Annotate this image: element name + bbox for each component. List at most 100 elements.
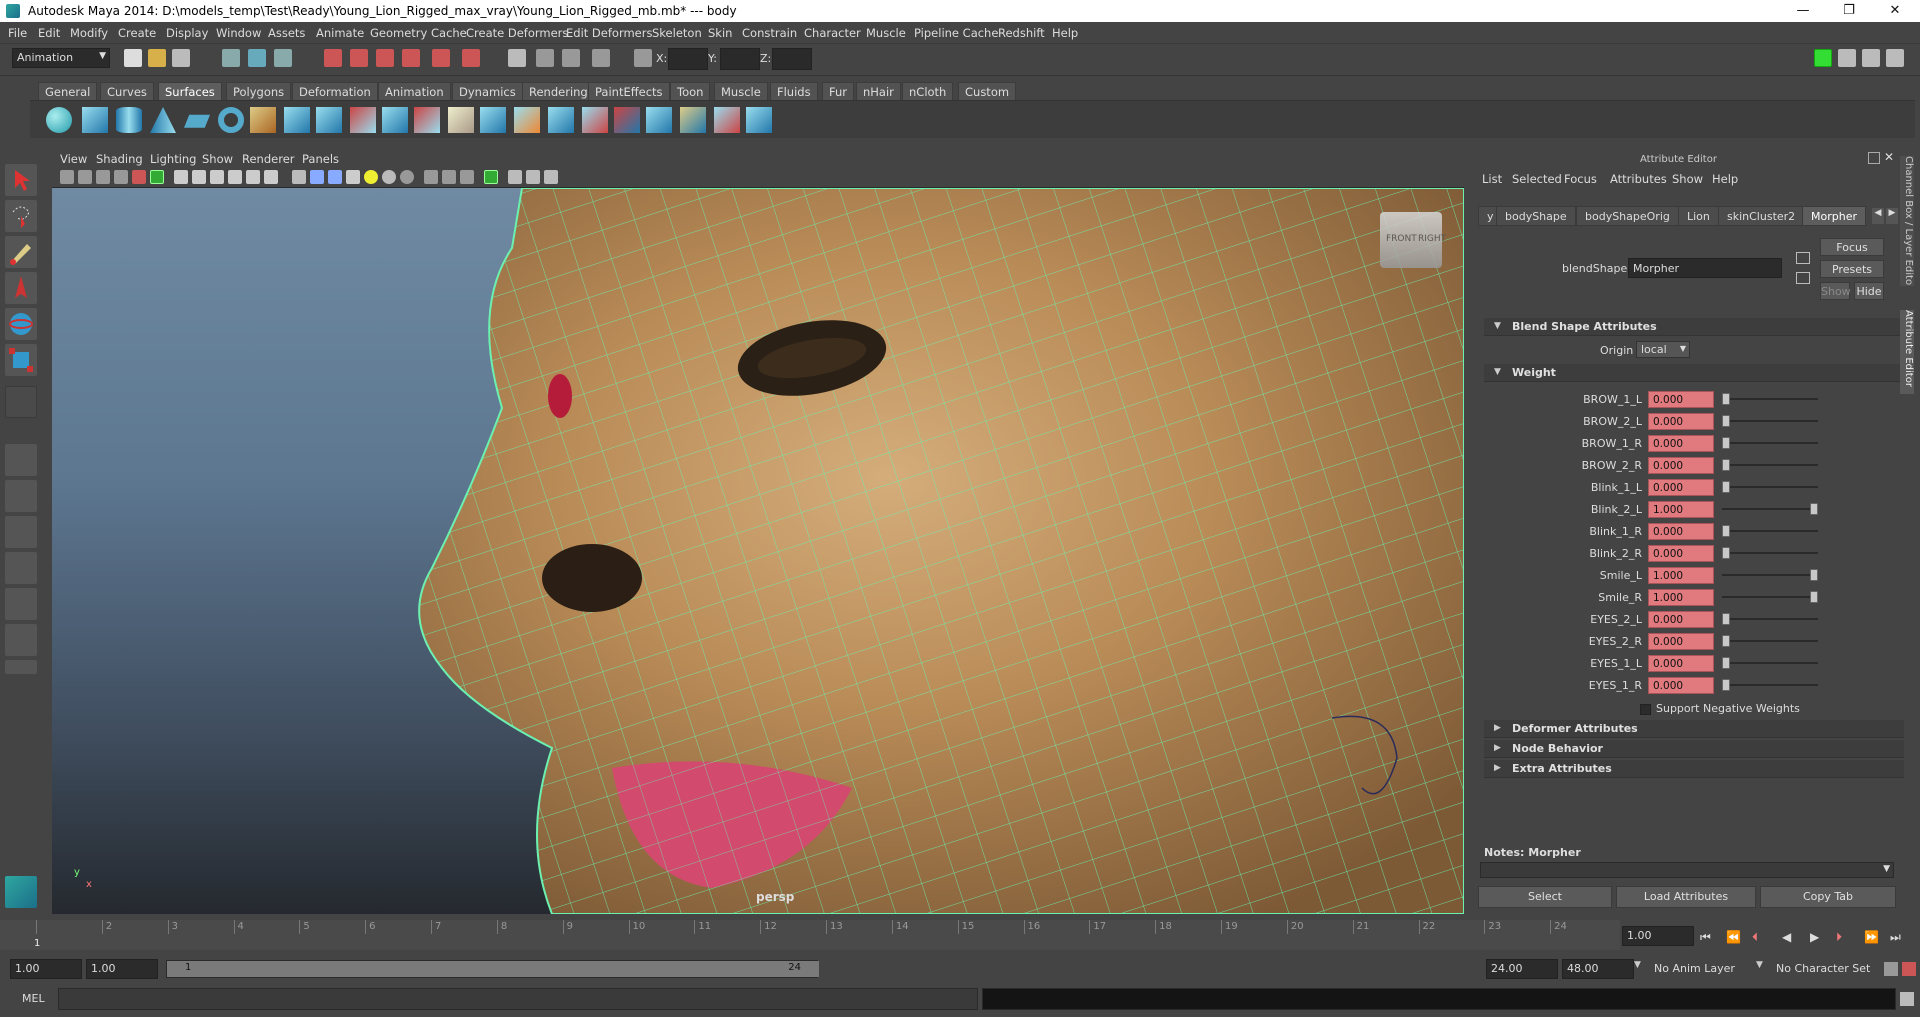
render-current-icon[interactable] bbox=[508, 49, 526, 67]
shadows-icon[interactable] bbox=[382, 170, 396, 184]
wireframe-on-shaded-icon[interactable] bbox=[328, 170, 342, 184]
camera-attr-icon[interactable] bbox=[78, 170, 92, 184]
screen-space-ao-icon[interactable] bbox=[400, 170, 414, 184]
preferences-icon[interactable] bbox=[1902, 962, 1916, 976]
section-extra-attributes[interactable]: ▶ Extra Attributes bbox=[1484, 760, 1904, 778]
detach-surfaces-icon[interactable] bbox=[680, 107, 706, 133]
menu-create[interactable]: Create bbox=[118, 26, 156, 40]
paint-select-tool-icon[interactable] bbox=[5, 236, 37, 268]
shelf-tab-painteffects[interactable]: PaintEffects bbox=[588, 82, 670, 100]
shelf-tab-dynamics[interactable]: Dynamics bbox=[452, 82, 523, 100]
ae-menu-help[interactable]: Help bbox=[1712, 172, 1738, 186]
range-slider-handle[interactable] bbox=[167, 961, 819, 977]
menu-skeleton[interactable]: Skeleton bbox=[652, 26, 702, 40]
chevron-down-icon[interactable]: ▼ bbox=[1756, 960, 1763, 970]
ae-tab-morpher[interactable]: Morpher bbox=[1802, 206, 1866, 226]
grid-toggle-icon[interactable] bbox=[174, 170, 188, 184]
bevel-icon[interactable] bbox=[480, 107, 506, 133]
grease-pencil-icon[interactable] bbox=[150, 170, 164, 184]
section-node-behavior[interactable]: ▶ Node Behavior bbox=[1484, 740, 1904, 758]
close-panel-icon[interactable]: ✕ bbox=[1884, 150, 1894, 164]
select-tool-icon[interactable] bbox=[5, 164, 37, 196]
command-language-label[interactable]: MEL bbox=[22, 992, 45, 1005]
wireframe-icon[interactable] bbox=[292, 170, 306, 184]
weight-value-field[interactable]: 0.000 bbox=[1648, 413, 1714, 430]
persp-hypershade-layout-icon[interactable] bbox=[5, 588, 37, 620]
section-blend-shape-attributes[interactable]: ▼ Blend Shape Attributes bbox=[1484, 318, 1904, 336]
shelf-tab-fur[interactable]: Fur bbox=[822, 82, 855, 100]
menu-assets[interactable]: Assets bbox=[268, 26, 305, 40]
trim-tool-icon[interactable] bbox=[582, 107, 608, 133]
weight-value-field[interactable]: 1.000 bbox=[1648, 589, 1714, 606]
select-button[interactable]: Select bbox=[1478, 886, 1612, 908]
range-slider[interactable]: 1 24 bbox=[166, 960, 819, 978]
insert-isoparm-icon[interactable] bbox=[714, 107, 740, 133]
square-surface-icon[interactable] bbox=[448, 107, 474, 133]
y-input[interactable] bbox=[720, 48, 760, 70]
smooth-shade-icon[interactable] bbox=[310, 170, 324, 184]
menu-animate[interactable]: Animate bbox=[316, 26, 364, 40]
weight-slider-track[interactable] bbox=[1722, 530, 1818, 532]
copy-tab-button[interactable]: Copy Tab bbox=[1760, 886, 1896, 908]
weight-slider-handle[interactable] bbox=[1722, 613, 1730, 625]
resolution-gate-icon[interactable] bbox=[210, 170, 224, 184]
persp-outliner-layout-icon[interactable] bbox=[5, 516, 37, 548]
z-input[interactable] bbox=[772, 48, 812, 70]
ipr-render-icon[interactable] bbox=[536, 49, 554, 67]
rotate-tool-icon[interactable] bbox=[5, 308, 37, 340]
weight-slider-handle[interactable] bbox=[1722, 437, 1730, 449]
menu-redshift[interactable]: Redshift bbox=[998, 26, 1045, 40]
weight-slider-track[interactable] bbox=[1722, 552, 1818, 554]
goto-start-icon[interactable]: ⏮ bbox=[1700, 930, 1711, 945]
gate-mask-icon[interactable] bbox=[228, 170, 242, 184]
tab-scroll-right-icon[interactable]: ▶ bbox=[1886, 208, 1898, 224]
menu-pipeline-cache[interactable]: Pipeline Cache bbox=[914, 26, 998, 40]
xray-joints-icon[interactable] bbox=[526, 170, 540, 184]
step-forward-key-icon[interactable]: ⏵ bbox=[1836, 930, 1842, 945]
shelf-tab-curves[interactable]: Curves bbox=[100, 82, 154, 100]
notes-field[interactable]: ▼ bbox=[1480, 862, 1894, 878]
weight-value-field[interactable]: 0.000 bbox=[1648, 479, 1714, 496]
attribute-editor-side-tab[interactable]: Attribute Editor bbox=[1900, 310, 1914, 394]
xray-components-icon[interactable] bbox=[544, 170, 558, 184]
weight-value-field[interactable]: 0.000 bbox=[1648, 435, 1714, 452]
weight-value-field[interactable]: 1.000 bbox=[1648, 567, 1714, 584]
viewport-menu-show[interactable]: Show bbox=[202, 152, 233, 166]
shelf-tab-animation[interactable]: Animation bbox=[378, 82, 451, 100]
motion-blur-icon[interactable] bbox=[424, 170, 438, 184]
nurbs-plane-icon[interactable] bbox=[184, 114, 210, 128]
view-cube[interactable]: FRONT RIGHT bbox=[1380, 212, 1446, 268]
menu-display[interactable]: Display bbox=[166, 26, 208, 40]
weight-slider-handle[interactable] bbox=[1722, 679, 1730, 691]
revolve-icon[interactable] bbox=[250, 107, 276, 133]
auto-key-icon[interactable] bbox=[1884, 962, 1898, 976]
weight-slider-track[interactable] bbox=[1722, 442, 1818, 444]
weight-value-field[interactable]: 0.000 bbox=[1648, 545, 1714, 562]
camera-select-icon[interactable] bbox=[60, 170, 74, 184]
transform-mode-icon[interactable] bbox=[634, 49, 652, 67]
ae-menu-list[interactable]: List bbox=[1482, 172, 1502, 186]
menu-edit[interactable]: Edit bbox=[38, 26, 60, 40]
select-component-icon[interactable] bbox=[274, 49, 292, 67]
node-name-field[interactable]: Morpher bbox=[1628, 258, 1782, 278]
extrude-icon[interactable] bbox=[350, 107, 376, 133]
character-set-dropdown[interactable]: No Character Set bbox=[1776, 962, 1870, 975]
snap-surface-icon[interactable] bbox=[432, 49, 450, 67]
weight-slider-track[interactable] bbox=[1722, 486, 1818, 488]
close-button[interactable]: ✕ bbox=[1872, 0, 1918, 22]
depth-of-field-icon[interactable] bbox=[460, 170, 474, 184]
menu-skin[interactable]: Skin bbox=[708, 26, 732, 40]
weight-value-field[interactable]: 0.000 bbox=[1648, 611, 1714, 628]
x-input[interactable] bbox=[668, 48, 708, 70]
nurbs-sphere-icon[interactable] bbox=[46, 107, 72, 133]
two-d-pan-icon[interactable] bbox=[132, 170, 146, 184]
boundary-icon[interactable] bbox=[414, 107, 440, 133]
single-pane-layout-icon[interactable] bbox=[5, 444, 37, 476]
last-tool-slot[interactable] bbox=[5, 386, 37, 418]
select-node-icon[interactable] bbox=[1796, 252, 1810, 264]
goto-end-icon[interactable]: ⏭ bbox=[1890, 930, 1901, 945]
shelf-tab-rendering[interactable]: Rendering bbox=[522, 82, 595, 100]
ae-menu-focus[interactable]: Focus bbox=[1564, 172, 1597, 186]
weight-slider-track[interactable] bbox=[1722, 684, 1818, 686]
weight-slider-track[interactable] bbox=[1722, 640, 1818, 642]
